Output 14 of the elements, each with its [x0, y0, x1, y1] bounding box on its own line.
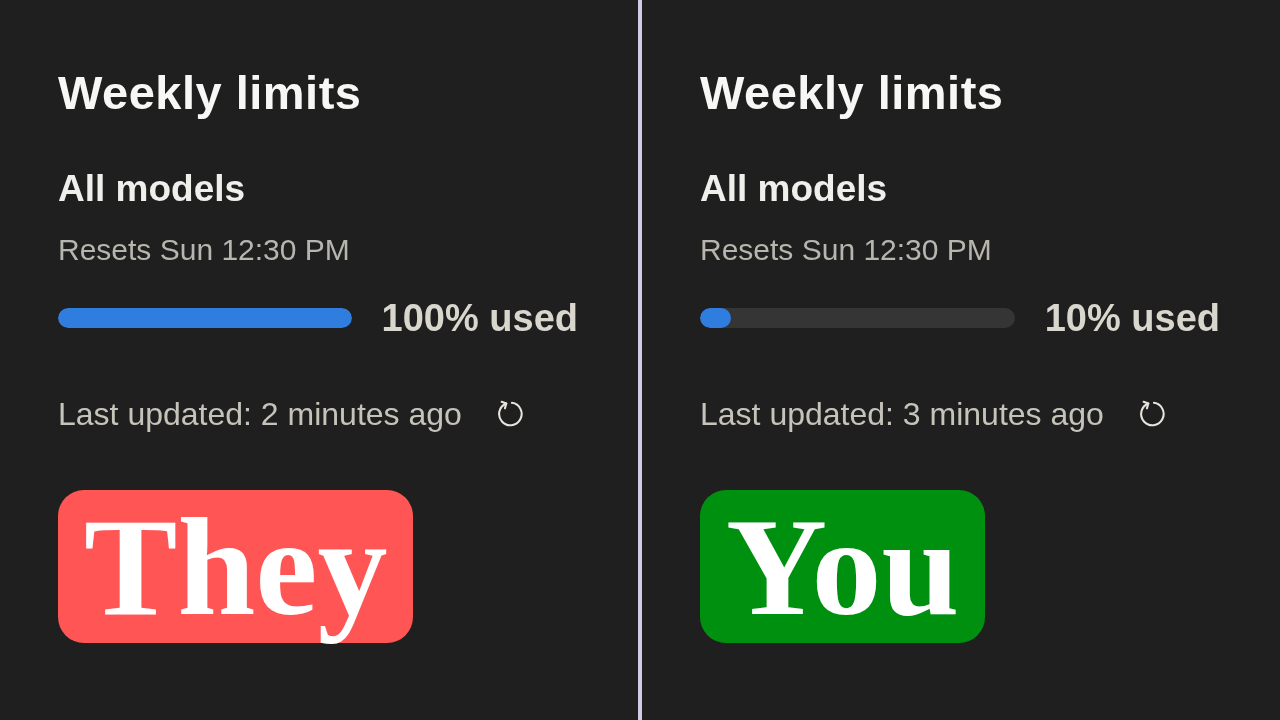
reset-time-text: Resets Sun 12:30 PM [700, 233, 992, 267]
reset-time-text: Resets Sun 12:30 PM [58, 233, 350, 267]
usage-percentage: 10% used [1044, 297, 1220, 339]
label-badge: You [700, 490, 986, 643]
subheading: All models [700, 168, 888, 210]
refresh-icon[interactable] [1137, 399, 1168, 429]
label-badge: They [58, 490, 414, 643]
refresh-icon[interactable] [495, 399, 526, 429]
usage-percentage: 100% used [381, 297, 578, 339]
last-updated-text: Last updated: 2 minutes ago [58, 396, 462, 432]
section-heading: Weekly limits [700, 67, 1004, 119]
last-updated-text: Last updated: 3 minutes ago [700, 396, 1104, 432]
section-heading: Weekly limits [58, 67, 362, 119]
subheading: All models [58, 168, 246, 210]
